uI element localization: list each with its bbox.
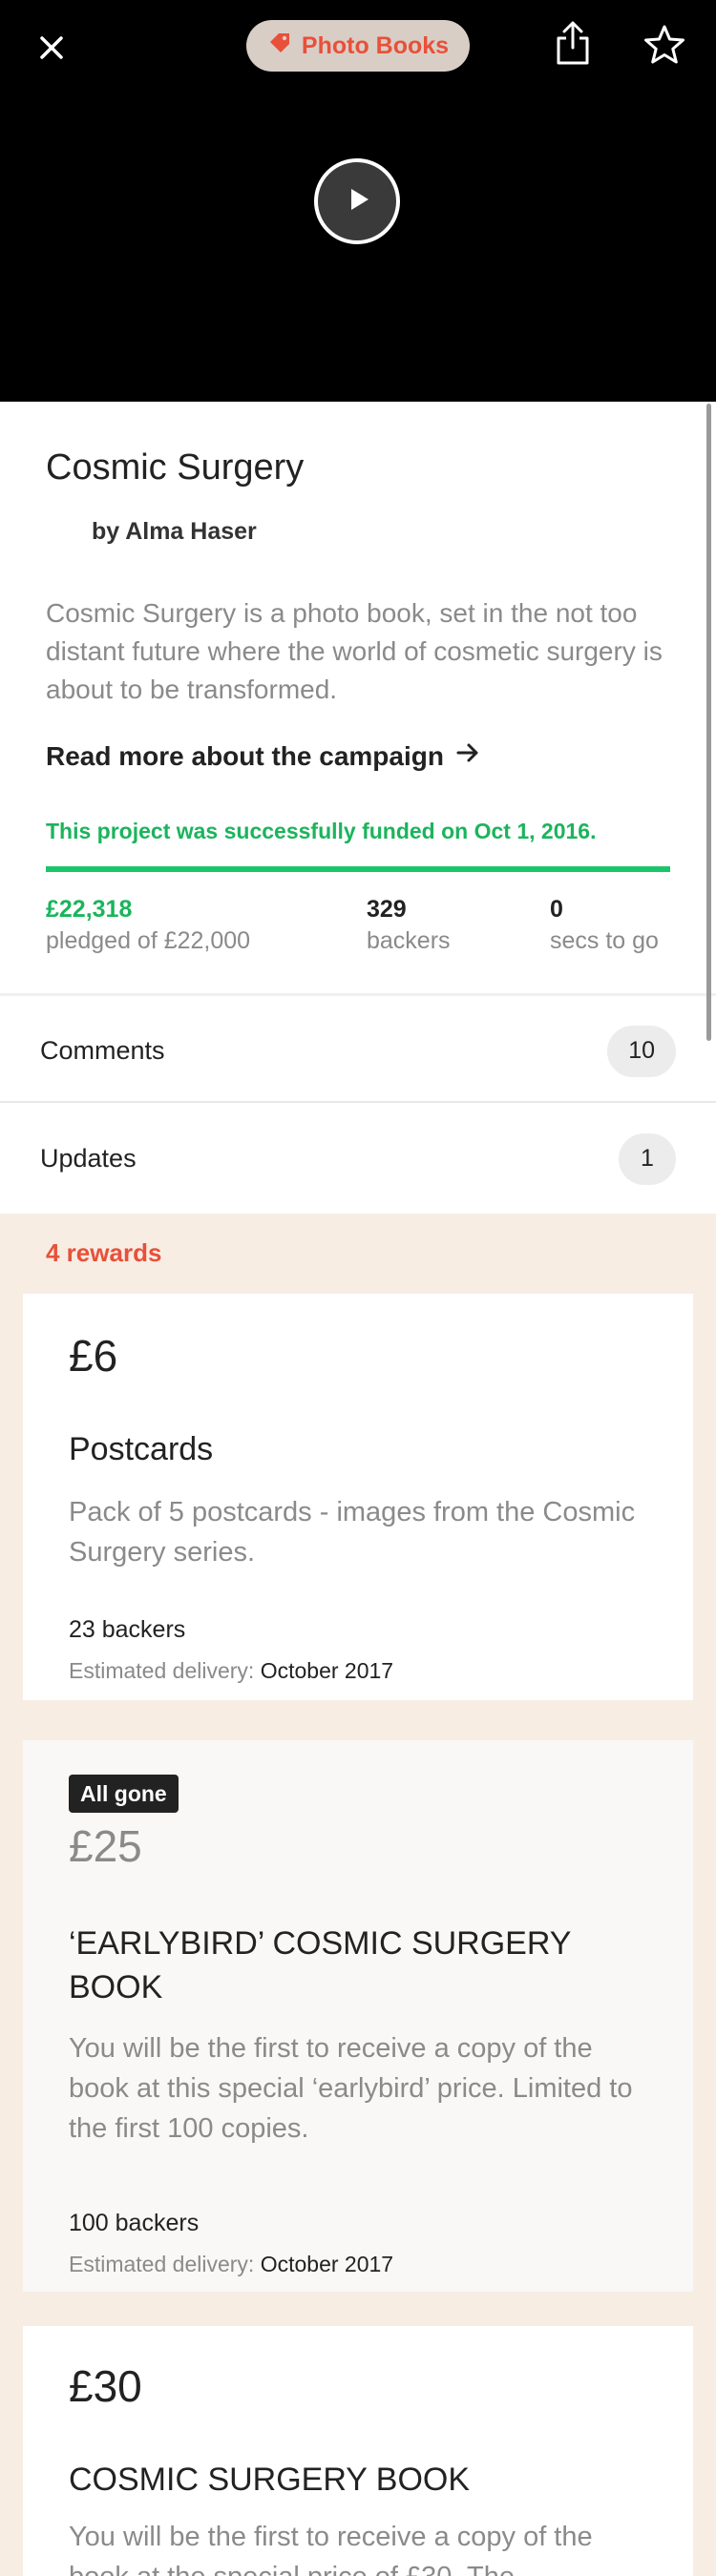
rewards-section: 4 rewards £6 Postcards Pack of 5 postcar… [0, 1214, 716, 2576]
read-more-link[interactable]: Read more about the campaign [46, 740, 480, 772]
comments-label: Comments [40, 1036, 165, 1065]
project-info: Cosmic Surgery by Alma Haser Cosmic Surg… [0, 402, 716, 993]
delivery-value: October 2017 [260, 2252, 394, 2276]
category-pill[interactable]: Photo Books [246, 20, 470, 72]
reward-title: COSMIC SURGERY BOOK [69, 2462, 471, 2498]
reward-card[interactable]: £30 COSMIC SURGERY BOOK You will be the … [23, 2326, 693, 2576]
funding-progress-bar [46, 866, 670, 872]
delivery-label: Estimated delivery: [69, 1658, 255, 1683]
backers-label: backers [367, 927, 451, 954]
reward-price: £25 [69, 1821, 142, 1871]
reward-price: £6 [69, 1331, 118, 1381]
updates-label: Updates [40, 1144, 137, 1173]
creator-name[interactable]: by Alma Haser [92, 518, 257, 546]
star-icon[interactable] [642, 23, 687, 69]
close-icon[interactable] [34, 31, 69, 65]
read-more-label: Read more about the campaign [46, 740, 444, 771]
reward-delivery: Estimated delivery: October 2017 [69, 1658, 393, 1684]
time-value: 0 [550, 896, 563, 923]
funding-progress-fill [46, 866, 670, 872]
updates-row[interactable]: Updates 1 [0, 1104, 716, 1214]
share-icon[interactable] [554, 19, 592, 67]
time-label: secs to go [550, 927, 659, 954]
reward-backers: 100 backers [69, 2210, 200, 2236]
reward-title: Postcards [69, 1431, 214, 1467]
play-button[interactable] [314, 158, 400, 244]
pledged-value: £22,318 [46, 896, 133, 923]
pledged-label: pledged of £22,000 [46, 927, 251, 954]
delivery-label: Estimated delivery: [69, 2252, 255, 2276]
stat-time: 0 secs to go [550, 896, 659, 955]
reward-price: £30 [69, 2361, 142, 2411]
category-label: Photo Books [301, 31, 450, 59]
reward-backers: 23 backers [69, 1616, 186, 1643]
reward-delivery: Estimated delivery: October 2017 [69, 2252, 393, 2277]
project-title: Cosmic Surgery [46, 447, 305, 488]
reward-card[interactable]: £6 Postcards Pack of 5 postcards - image… [23, 1294, 693, 1700]
funded-message: This project was successfully funded on … [46, 819, 597, 843]
comments-count-badge: 10 [607, 1025, 676, 1077]
updates-count-badge: 1 [619, 1132, 676, 1185]
video-player[interactable]: Photo Books [0, 0, 716, 402]
delivery-value: October 2017 [260, 1658, 394, 1683]
stat-pledged: £22,318 pledged of £22,000 [46, 896, 250, 955]
reward-description: You will be the first to receive a copy … [69, 2522, 593, 2576]
divider [0, 1101, 716, 1103]
tag-icon [267, 31, 292, 62]
reward-description: Pack of 5 postcards - images from the Co… [69, 1497, 636, 1568]
rewards-count: 4 rewards [46, 1238, 162, 1267]
project-blurb: Cosmic Surgery is a photo book, set in t… [46, 598, 663, 704]
reward-description: You will be the first to receive a copy … [69, 2033, 633, 2144]
reward-title: ‘EARLYBIRD’ COSMIC SURGERY BOOK [69, 1925, 571, 2005]
stat-backers: 329 backers [367, 896, 451, 955]
comments-row[interactable]: Comments 10 [0, 996, 716, 1106]
backers-value: 329 [367, 896, 407, 923]
arrow-right-icon [455, 740, 480, 772]
scrollbar[interactable] [706, 404, 711, 1041]
play-icon [342, 186, 372, 218]
all-gone-badge: All gone [69, 1775, 179, 1813]
reward-card[interactable]: All gone £25 ‘EARLYBIRD’ COSMIC SURGERY … [23, 1740, 693, 2292]
